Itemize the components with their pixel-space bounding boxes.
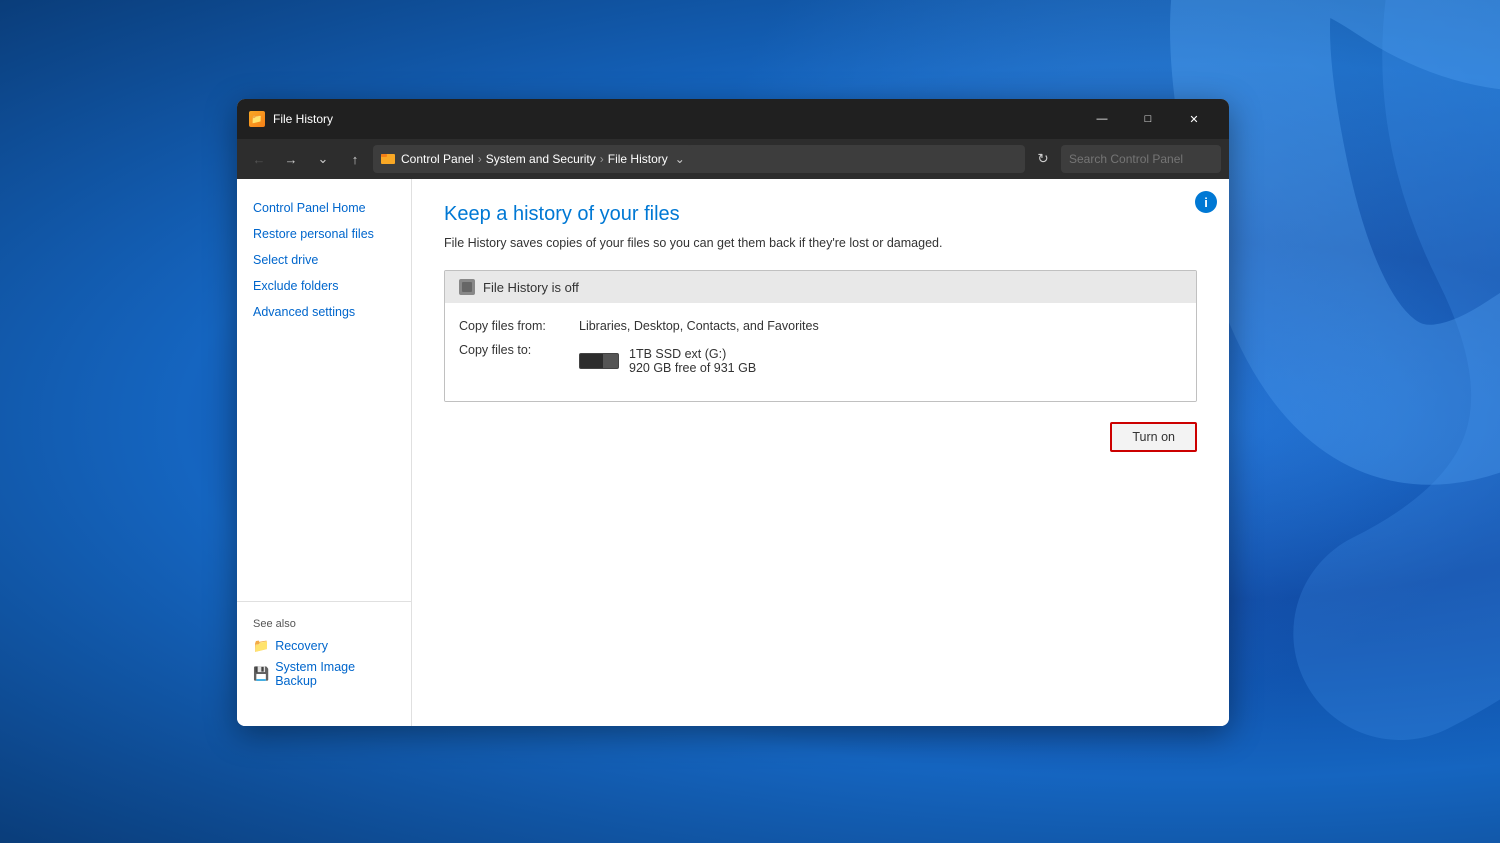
drive-details: 1TB SSD ext (G:) 920 GB free of 931 GB	[629, 347, 756, 375]
copy-from-label: Copy files from:	[459, 319, 579, 333]
status-panel: File History is off Copy files from: Lib…	[444, 270, 1197, 402]
drive-icon	[579, 353, 619, 369]
address-dropdown-button[interactable]: ⌄	[668, 145, 692, 173]
copy-from-row: Copy files from: Libraries, Desktop, Con…	[459, 319, 1182, 333]
file-history-window: 📁 File History — □ ✕ ← → ⌄ ↑ Control Pan…	[237, 99, 1229, 726]
turn-on-container: Turn on	[444, 422, 1197, 452]
copy-from-value: Libraries, Desktop, Contacts, and Favori…	[579, 319, 819, 333]
sidebar-bottom: See also 📁 Recovery 💾 System Image Backu…	[237, 601, 411, 710]
maximize-button[interactable]: □	[1125, 99, 1171, 139]
search-input[interactable]	[1069, 152, 1224, 166]
sidebar-item-control-panel-home[interactable]: Control Panel Home	[237, 195, 411, 221]
status-text: File History is off	[483, 280, 579, 295]
status-panel-body: Copy files from: Libraries, Desktop, Con…	[445, 303, 1196, 401]
status-icon	[459, 279, 475, 295]
address-box[interactable]: Control Panel › System and Security › Fi…	[373, 145, 1025, 173]
copy-to-label: Copy files to:	[459, 343, 579, 357]
dropdown-history-button[interactable]: ⌄	[309, 145, 337, 173]
recovery-icon: 📁	[253, 638, 269, 654]
window-title: File History	[273, 112, 1079, 126]
sidebar-item-restore-personal-files[interactable]: Restore personal files	[237, 221, 411, 247]
sidebar-item-advanced-settings[interactable]: Advanced settings	[237, 299, 411, 325]
sidebar-item-exclude-folders[interactable]: Exclude folders	[237, 273, 411, 299]
main-content: i Keep a history of your files File Hist…	[412, 179, 1229, 726]
sidebar-item-select-drive[interactable]: Select drive	[237, 247, 411, 273]
window-icon: 📁	[249, 111, 265, 127]
turn-on-button[interactable]: Turn on	[1110, 422, 1197, 452]
title-bar: 📁 File History — □ ✕	[237, 99, 1229, 139]
breadcrumb-control-panel: Control Panel	[401, 152, 474, 166]
address-bar: ← → ⌄ ↑ Control Panel › System and Secur…	[237, 139, 1229, 179]
forward-button[interactable]: →	[277, 145, 305, 173]
sidebar-system-image-backup-link[interactable]: 💾 System Image Backup	[253, 660, 395, 688]
content-area: Control Panel Home Restore personal file…	[237, 179, 1229, 726]
see-also-label: See also	[253, 618, 395, 630]
up-button[interactable]: ↑	[341, 145, 369, 173]
sidebar-recovery-link[interactable]: 📁 Recovery	[253, 638, 395, 654]
page-title: Keep a history of your files	[444, 203, 1197, 226]
drive-name: 1TB SSD ext (G:)	[629, 347, 756, 361]
minimize-button[interactable]: —	[1079, 99, 1125, 139]
back-button[interactable]: ←	[245, 145, 273, 173]
drive-free: 920 GB free of 931 GB	[629, 361, 756, 375]
breadcrumb-file-history: File History	[608, 152, 668, 166]
breadcrumb-system-security: System and Security	[486, 152, 596, 166]
refresh-button[interactable]: ↻	[1029, 145, 1057, 173]
close-button[interactable]: ✕	[1171, 99, 1217, 139]
drive-info: 1TB SSD ext (G:) 920 GB free of 931 GB	[579, 347, 756, 375]
copy-to-row: Copy files to: 1TB SSD ext (G:) 920 GB f…	[459, 343, 1182, 375]
window-controls: — □ ✕	[1079, 99, 1217, 139]
page-subtitle: File History saves copies of your files …	[444, 236, 1197, 250]
info-button[interactable]: i	[1195, 191, 1217, 213]
folder-icon	[381, 151, 395, 165]
sidebar: Control Panel Home Restore personal file…	[237, 179, 412, 726]
search-box[interactable]: 🔍	[1061, 145, 1221, 173]
system-icon: 💾	[253, 666, 269, 682]
status-panel-header: File History is off	[445, 271, 1196, 303]
